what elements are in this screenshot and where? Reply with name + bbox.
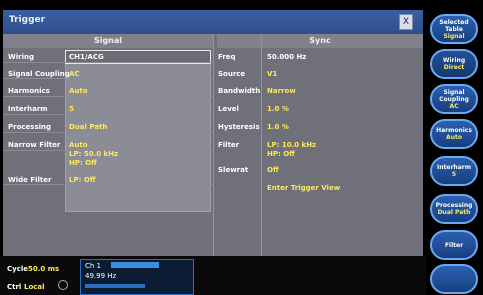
narrow-filter-lp[interactable]: LP: 50.0 kHz: [69, 150, 118, 158]
softkey-label: Coupling: [439, 95, 469, 103]
harmonics-label: Harmonics: [8, 87, 50, 95]
filter-lp-value[interactable]: LP: 10.0 kHz: [267, 141, 316, 149]
signal-coupling-value[interactable]: AC: [69, 70, 80, 78]
softkey-signal-coupling[interactable]: Signal Coupling AC: [430, 84, 478, 114]
softkey-processing[interactable]: Processing Dual Path: [430, 194, 478, 224]
bandwidth-label: Bandwidth: [218, 87, 261, 95]
filter-hp-value[interactable]: HP: Off: [267, 150, 295, 158]
softkey-label: Table: [445, 25, 463, 33]
status-indicator-icon: [58, 280, 68, 290]
close-button[interactable]: X: [399, 14, 413, 30]
softkey-label: Signal: [443, 88, 465, 96]
ctrl-label: Ctrl: [7, 283, 22, 291]
narrow-filter-mode[interactable]: Auto: [69, 141, 88, 149]
signal-header: Signal: [3, 34, 213, 48]
processing-label: Processing: [8, 123, 52, 131]
signal-values-box: [65, 50, 211, 212]
narrow-filter-hp[interactable]: HP: Off: [69, 159, 97, 167]
enter-trigger-view-link[interactable]: Enter Trigger View: [267, 184, 340, 192]
status-bar: Cycle 50.0 ms Ctrl Local Ch 1 49.99 Hz: [0, 256, 426, 295]
row-separator: [3, 114, 213, 115]
meas-channel: Ch 1: [85, 262, 102, 270]
row-separator: [3, 132, 213, 133]
softkey-label: Harmonics: [436, 127, 472, 134]
softkey-label: Wiring: [442, 57, 466, 64]
softkey-value: AC: [449, 102, 459, 110]
level-label: Level: [218, 105, 239, 113]
softkey-label: Interharm: [437, 164, 471, 171]
source-label: Source: [218, 70, 246, 78]
row-separator: [3, 96, 213, 97]
softkey-value: Direct: [443, 64, 465, 71]
signal-coupling-label: Signal Coupling: [8, 70, 70, 78]
harmonics-value[interactable]: Auto: [69, 87, 88, 95]
softkey-filter[interactable]: Filter: [430, 230, 478, 260]
narrow-filter-label: Narrow Filter: [8, 141, 61, 149]
source-value[interactable]: V1: [267, 70, 277, 78]
hysteresis-label: Hysteresis: [218, 123, 260, 131]
ctrl-value: Local: [24, 283, 45, 291]
hysteresis-value[interactable]: 1.0 %: [267, 123, 289, 131]
meas-progress-bar: [111, 262, 159, 268]
freq-label: Freq: [218, 53, 236, 61]
wide-filter-label: Wide Filter: [8, 176, 52, 184]
softkey-value: Dual Path: [437, 209, 471, 216]
softkey-panel: Selected Table Signal Wiring Direct Sign…: [426, 0, 483, 295]
softkey-label: Processing: [435, 202, 473, 209]
softkey-interharm[interactable]: Interharm 5: [430, 156, 478, 186]
row-separator: [3, 184, 213, 185]
cycle-value: 50.0 ms: [28, 265, 60, 273]
row-separator: [3, 62, 213, 63]
cycle-label: Cycle: [7, 265, 28, 273]
column-divider: [261, 34, 262, 256]
softkey-label: Selected: [439, 18, 469, 26]
slewrat-label: Slewrat: [218, 166, 249, 174]
row-separator: [3, 78, 213, 79]
softkey-wiring[interactable]: Wiring Direct: [430, 49, 478, 79]
interharm-label: Interharm: [8, 105, 48, 113]
measurement-box: Ch 1 49.99 Hz: [80, 259, 194, 295]
meas-frequency: 49.99 Hz: [85, 272, 117, 280]
level-value[interactable]: 1.0 %: [267, 105, 289, 113]
freq-value: 50.000 Hz: [267, 53, 307, 61]
softkey-value: Auto: [446, 134, 462, 141]
wiring-value[interactable]: CH1/ACG: [69, 53, 104, 61]
window-titlebar: Trigger X: [3, 10, 423, 35]
filter-label: Filter: [218, 141, 240, 149]
column-divider: [213, 34, 214, 256]
softkey-label: Filter: [444, 241, 464, 249]
wide-filter-value[interactable]: LP: Off: [69, 176, 95, 184]
softkey-value: 5: [451, 171, 457, 178]
softkey-selected-table[interactable]: Selected Table Signal: [430, 14, 478, 44]
meas-level-bar: [85, 284, 145, 288]
wiring-label: Wiring: [8, 53, 34, 61]
softkey-harmonics[interactable]: Harmonics Auto: [430, 119, 478, 149]
interharm-value[interactable]: 5: [69, 105, 74, 113]
settings-panel: Signal Sync Wiring CH1/ACG Signal Coupli…: [3, 34, 423, 256]
softkey-value: Signal: [443, 32, 465, 40]
bandwidth-value[interactable]: Narrow: [267, 87, 296, 95]
softkey-empty[interactable]: [430, 264, 478, 294]
sync-header: Sync: [217, 34, 423, 48]
slewrat-value[interactable]: Off: [267, 166, 279, 174]
window-title: Trigger: [9, 15, 46, 25]
processing-value[interactable]: Dual Path: [69, 123, 107, 131]
main-area: Trigger X Signal Sync Wiring CH1/ACG Sig…: [0, 0, 426, 295]
